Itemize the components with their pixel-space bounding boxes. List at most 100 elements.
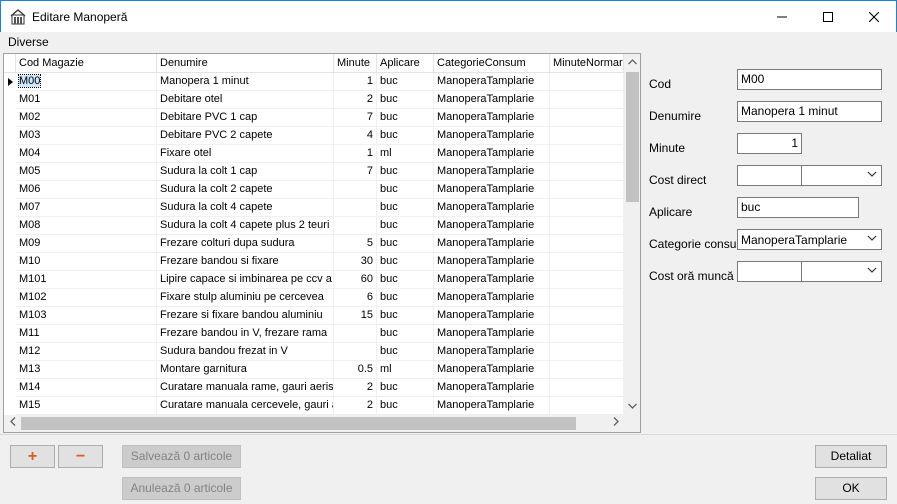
cell-minute[interactable]: 30 — [334, 253, 377, 271]
table-row[interactable]: M102 Fixare stulp aluminiu pe cercevea 6 bu… — [4, 289, 624, 307]
cell-aplicare[interactable]: buc — [377, 199, 434, 217]
table-row[interactable]: M04 Fixare otel 1 ml ManoperaTamplarie — [4, 145, 624, 163]
scroll-right-icon[interactable] — [607, 415, 624, 432]
cell-minute-normare[interactable] — [550, 307, 624, 325]
cell-minute[interactable] — [334, 199, 377, 217]
maximize-button[interactable] — [805, 1, 850, 32]
chevron-down-icon[interactable] — [867, 267, 877, 274]
vertical-scroll-thumb[interactable] — [626, 72, 639, 202]
cell-denumire[interactable]: Frezare si fixare bandou aluminiu — [157, 307, 334, 325]
table-row[interactable]: M13 Montare garnitura 0.5 ml ManoperaTamplar… — [4, 361, 624, 379]
cell-minute-normare[interactable] — [550, 379, 624, 397]
cell-aplicare[interactable]: buc — [377, 343, 434, 361]
cell-minute[interactable]: 1 — [334, 73, 377, 91]
table-row[interactable]: M03 Debitare PVC 2 capete 4 buc ManoperaTamp… — [4, 127, 624, 145]
cell-aplicare[interactable]: buc — [377, 253, 434, 271]
scroll-left-icon[interactable] — [4, 415, 21, 432]
cell-minute-normare[interactable] — [550, 235, 624, 253]
table-row[interactable]: M02 Debitare PVC 1 cap 7 buc ManoperaTamplar… — [4, 109, 624, 127]
cell-minute[interactable]: 2 — [334, 397, 377, 415]
cell-aplicare[interactable]: buc — [377, 181, 434, 199]
table-row[interactable]: M11 Frezare bandou in V, frezare rama buc M… — [4, 325, 624, 343]
cell-cod-magazie[interactable]: M13 — [16, 361, 157, 379]
cell-minute-normare[interactable] — [550, 271, 624, 289]
cell-minute-normare[interactable] — [550, 73, 624, 91]
cell-denumire[interactable]: Curatare manuala cercevele, gauri aerisi… — [157, 397, 334, 415]
cell-categorie-consum[interactable]: ManoperaTamplarie — [434, 343, 550, 361]
header-minute-normare[interactable]: MinuteNormare — [550, 54, 624, 73]
minimize-button[interactable] — [759, 1, 804, 32]
data-grid[interactable]: Cod Magazie Denumire Minute Aplicare Cat… — [3, 53, 641, 433]
cell-aplicare[interactable]: ml — [377, 361, 434, 379]
categorie-consum-combo[interactable]: ManoperaTamplarie — [737, 229, 882, 250]
table-row[interactable]: M00 Manopera 1 minut 1 buc ManoperaTamplarie — [4, 73, 624, 91]
cell-categorie-consum[interactable]: ManoperaTamplarie — [434, 379, 550, 397]
table-row[interactable]: M14 Curatare manuala rame, gauri aerisire… — [4, 379, 624, 397]
menu-diverse[interactable]: Diverse — [8, 35, 49, 49]
cell-cod-magazie[interactable]: M10 — [16, 253, 157, 271]
cell-categorie-consum[interactable]: ManoperaTamplarie — [434, 235, 550, 253]
cell-minute[interactable]: 15 — [334, 307, 377, 325]
cell-cod-magazie[interactable]: M101 — [16, 271, 157, 289]
cell-denumire[interactable]: Sudura la colt 4 capete plus 2 teuri — [157, 217, 334, 235]
cell-denumire[interactable]: Frezare colturi dupa sudura — [157, 235, 334, 253]
table-row[interactable]: M06 Sudura la colt 2 capete buc ManoperaTam… — [4, 181, 624, 199]
cell-cod-magazie[interactable]: M03 — [16, 127, 157, 145]
cell-minute[interactable] — [334, 343, 377, 361]
horizontal-scroll-thumb[interactable] — [21, 417, 576, 430]
cell-denumire[interactable]: Manopera 1 minut — [157, 73, 334, 91]
cell-denumire[interactable]: Fixare stulp aluminiu pe cercevea — [157, 289, 334, 307]
table-row[interactable]: M07 Sudura la colt 4 capete buc ManoperaTam… — [4, 199, 624, 217]
scroll-down-icon[interactable] — [624, 398, 640, 415]
cell-minute-normare[interactable] — [550, 325, 624, 343]
cell-cod-magazie[interactable]: M09 — [16, 235, 157, 253]
cell-denumire[interactable]: Frezare bandou si fixare — [157, 253, 334, 271]
cell-aplicare[interactable]: buc — [377, 307, 434, 325]
cell-aplicare[interactable]: buc — [377, 163, 434, 181]
cell-denumire[interactable]: Fixare otel — [157, 145, 334, 163]
cell-aplicare[interactable]: buc — [377, 271, 434, 289]
cell-minute[interactable]: 1 — [334, 145, 377, 163]
cell-categorie-consum[interactable]: ManoperaTamplarie — [434, 307, 550, 325]
close-button[interactable] — [851, 1, 896, 32]
chevron-down-icon[interactable] — [867, 235, 877, 242]
cell-categorie-consum[interactable]: ManoperaTamplarie — [434, 217, 550, 235]
header-minute[interactable]: Minute — [334, 54, 377, 73]
cell-minute[interactable]: 7 — [334, 109, 377, 127]
cell-aplicare[interactable]: buc — [377, 127, 434, 145]
cell-cod-magazie[interactable]: M12 — [16, 343, 157, 361]
cell-cod-magazie[interactable]: M00 — [16, 73, 157, 91]
cell-aplicare[interactable]: buc — [377, 73, 434, 91]
cell-minute[interactable]: 2 — [334, 91, 377, 109]
cell-denumire[interactable]: Debitare PVC 2 capete — [157, 127, 334, 145]
aplicare-field[interactable]: buc — [737, 197, 859, 218]
header-categorie-consum[interactable]: CategorieConsum — [434, 54, 550, 73]
cell-categorie-consum[interactable]: ManoperaTamplarie — [434, 271, 550, 289]
cell-denumire[interactable]: Sudura la colt 1 cap — [157, 163, 334, 181]
cell-aplicare[interactable]: buc — [377, 379, 434, 397]
cell-minute-normare[interactable] — [550, 109, 624, 127]
cell-categorie-consum[interactable]: ManoperaTamplarie — [434, 163, 550, 181]
cell-minute[interactable]: 2 — [334, 379, 377, 397]
cell-minute-normare[interactable] — [550, 199, 624, 217]
cell-cod-magazie[interactable]: M11 — [16, 325, 157, 343]
cell-categorie-consum[interactable]: ManoperaTamplarie — [434, 361, 550, 379]
table-row[interactable]: M09 Frezare colturi dupa sudura 5 buc Manope… — [4, 235, 624, 253]
scroll-up-icon[interactable] — [624, 54, 640, 71]
cell-aplicare[interactable]: buc — [377, 91, 434, 109]
cell-categorie-consum[interactable]: ManoperaTamplarie — [434, 325, 550, 343]
cell-minute-normare[interactable] — [550, 397, 624, 415]
cell-denumire[interactable]: Frezare bandou in V, frezare rama — [157, 325, 334, 343]
cell-minute-normare[interactable] — [550, 127, 624, 145]
cell-cod-magazie[interactable]: M08 — [16, 217, 157, 235]
minute-field[interactable]: 1 — [737, 133, 802, 154]
cell-minute-normare[interactable] — [550, 91, 624, 109]
table-row[interactable]: M101 Lipire capace si imbinarea pe ccv a … — [4, 271, 624, 289]
header-denumire[interactable]: Denumire — [157, 54, 334, 73]
cell-aplicare[interactable]: buc — [377, 325, 434, 343]
cell-cod-magazie[interactable]: M01 — [16, 91, 157, 109]
cell-cod-magazie[interactable]: M07 — [16, 199, 157, 217]
cell-minute[interactable]: 6 — [334, 289, 377, 307]
cell-minute-normare[interactable] — [550, 181, 624, 199]
denumire-field[interactable]: Manopera 1 minut — [737, 101, 882, 122]
